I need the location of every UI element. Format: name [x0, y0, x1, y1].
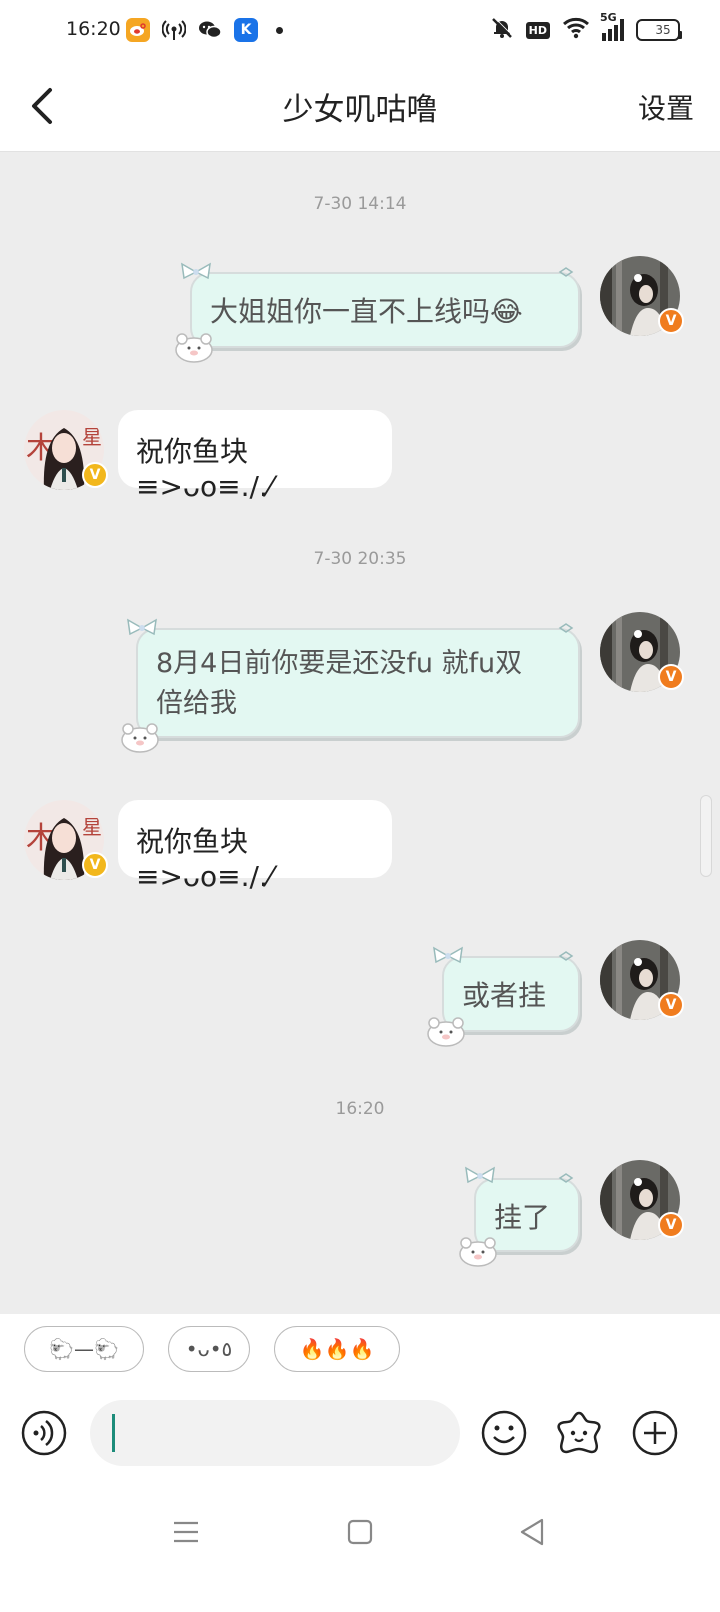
incoming-message-bubble[interactable]: 祝你鱼块≡>ᴗo≡./.⁄ [118, 800, 392, 893]
voice-button[interactable] [20, 1409, 68, 1457]
sparkle-decoration-icon [558, 1173, 574, 1183]
quick-reply-chip[interactable]: 🐑—🐑 [24, 1326, 144, 1372]
sparkle-decoration-icon [558, 267, 574, 277]
battery-icon: 35 [636, 19, 682, 41]
nav-back-button[interactable] [512, 1512, 552, 1552]
verified-badge: V [658, 664, 684, 690]
verified-badge: V [82, 462, 108, 488]
more-button[interactable] [631, 1409, 679, 1457]
message-input[interactable] [90, 1400, 460, 1466]
message-text: 祝你鱼块≡>ᴗo≡./.⁄ [136, 825, 273, 893]
system-nav-bar [0, 1486, 720, 1612]
message-timestamp: 7-30 20:35 [313, 549, 407, 569]
hd-badge: HD [525, 21, 550, 39]
sparkle-decoration-icon [558, 623, 574, 633]
message-text: 祝你鱼块≡>ᴗo≡./.⁄ [136, 435, 273, 503]
emoji-button[interactable] [480, 1409, 528, 1457]
home-icon [347, 1519, 373, 1545]
wechat-icon [198, 18, 222, 42]
bow-decoration-icon [433, 946, 463, 964]
menu-icon [174, 1521, 198, 1543]
message-list[interactable]: 7-30 14:14 V 大姐姐你一直不上线吗😂 木星 V 祝你鱼块≡>ᴗo≡.… [0, 152, 720, 1352]
svg-text:星: 星 [82, 425, 102, 449]
verified-badge: V [82, 852, 108, 878]
sparkle-decoration-icon [558, 951, 574, 961]
incoming-message-bubble[interactable]: 祝你鱼块≡>ᴗo≡./.⁄ [118, 410, 392, 503]
contact-avatar[interactable]: 木星 V [24, 410, 108, 490]
bow-decoration-icon [127, 618, 157, 636]
scrollbar[interactable] [700, 795, 712, 877]
page-title: 少女叽咕噜 [282, 92, 438, 128]
sticker-button[interactable] [555, 1409, 603, 1457]
bow-decoration-icon [181, 262, 211, 280]
bear-decoration-icon [459, 1237, 497, 1267]
status-time: 16:20 [66, 18, 121, 40]
plus-icon [632, 1410, 678, 1456]
message-text: 或者挂 [462, 979, 547, 1012]
quick-reply-chip[interactable]: •ᴗ•٥ [168, 1326, 250, 1372]
outgoing-message-bubble[interactable]: 大姐姐你一直不上线吗😂 [190, 272, 580, 348]
wifi-icon [562, 17, 590, 43]
bear-decoration-icon [121, 723, 159, 753]
emoji-icon [481, 1410, 527, 1456]
weibo-icon [126, 18, 150, 42]
quick-reply-bar: 🐑—🐑 •ᴗ•٥ 🔥🔥🔥 [0, 1314, 720, 1388]
network-type: 5G [600, 11, 617, 24]
laughing-emoji: 😂 [490, 295, 523, 328]
mute-icon [490, 16, 514, 44]
status-bar: 16:20 K HD 5G 35 [0, 0, 720, 62]
k-app-icon: K [234, 18, 258, 42]
my-avatar[interactable]: V [600, 1160, 684, 1240]
notification-dot [276, 26, 283, 34]
contact-avatar[interactable]: 木星 V [24, 800, 108, 880]
nav-menu-button[interactable] [166, 1512, 206, 1552]
settings-button[interactable]: 设置 [638, 87, 694, 127]
svg-text:星: 星 [82, 815, 102, 839]
message-text-line: 8月4日前你要是还没fu 就fu双 [156, 648, 523, 679]
message-text-line: 倍给我 [156, 688, 237, 719]
text-caret [112, 1414, 115, 1452]
signal-icon: 5G [600, 11, 624, 41]
nav-home-button[interactable] [340, 1512, 380, 1552]
my-avatar[interactable]: V [600, 256, 684, 336]
status-system-icons: HD 5G 35 [490, 11, 682, 44]
verified-badge: V [658, 992, 684, 1018]
my-avatar[interactable]: V [600, 940, 684, 1020]
sticker-icon [557, 1411, 601, 1454]
message-text: 挂了 [494, 1201, 551, 1234]
outgoing-message-bubble[interactable]: 8月4日前你要是还没fu 就fu双 倍给我 [136, 628, 580, 738]
chat-header: 少女叽咕噜 设置 [0, 62, 720, 152]
battery-level: 35 [655, 23, 671, 37]
hotspot-icon [162, 18, 186, 42]
status-app-icons: K [126, 18, 283, 42]
verified-badge: V [658, 308, 684, 334]
input-bar [0, 1388, 720, 1486]
bear-decoration-icon [427, 1017, 465, 1047]
bow-decoration-icon [465, 1166, 495, 1184]
message-text: 大姐姐你一直不上线吗😂 [210, 295, 523, 328]
back-icon [520, 1518, 544, 1546]
message-timestamp: 16:20 [335, 1099, 385, 1119]
verified-badge: V [658, 1212, 684, 1238]
bear-decoration-icon [175, 333, 213, 363]
quick-reply-chip[interactable]: 🔥🔥🔥 [274, 1326, 400, 1372]
message-timestamp: 7-30 14:14 [313, 194, 407, 214]
my-avatar[interactable]: V [600, 612, 684, 692]
voice-icon [21, 1410, 67, 1456]
